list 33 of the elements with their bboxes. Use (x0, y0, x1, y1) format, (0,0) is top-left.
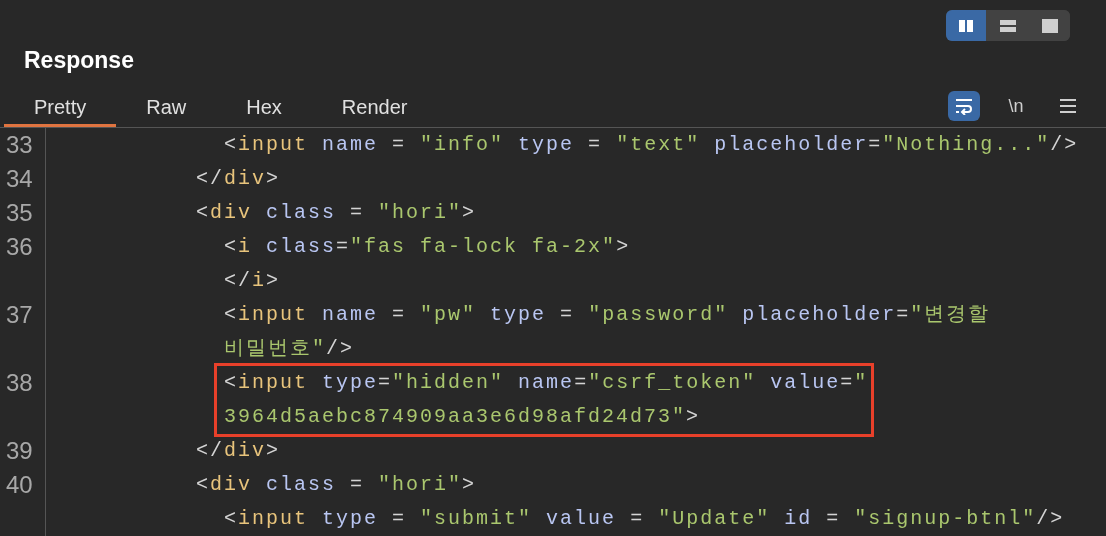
response-tab[interactable]: Render (311, 90, 438, 127)
code-line: <input type = "submit" value = "Update" id = "signup-btnl"/> (223, 506, 1065, 532)
code-line: <input type="hidden" name="csrf_token" value=" (223, 370, 869, 396)
code-line: </div> (195, 438, 281, 464)
line-number: 40 (6, 470, 33, 500)
line-number: 37 (6, 300, 33, 330)
code-line: <div class = "hori"> (195, 472, 477, 498)
code-line: </div> (195, 166, 281, 192)
code-line: <div class = "hori"> (195, 200, 477, 226)
line-number: 34 (6, 164, 33, 194)
code-line: 비밀번호"/> (223, 336, 355, 362)
line-number: 38 (6, 368, 33, 398)
menu-icon (1060, 99, 1076, 113)
line-number: 33 (6, 130, 33, 160)
line-number: 39 (6, 436, 33, 466)
panel-title: Response (23, 46, 134, 75)
response-tab[interactable]: Raw (116, 90, 217, 127)
newline-toggle[interactable]: \n (1000, 91, 1032, 121)
wrap-lines-icon (954, 97, 974, 115)
code-line: <i class="fas fa-lock fa-2x"> (223, 234, 631, 260)
stacked-view-icon (1000, 18, 1016, 33)
response-tab[interactable]: Hex (216, 90, 312, 127)
layout-toggle-button[interactable] (946, 10, 986, 41)
split-view-icon (958, 18, 974, 33)
single-view-icon (1042, 18, 1058, 33)
wrap-lines-button[interactable] (948, 91, 980, 121)
code-line: <input name = "info" type = "text" placeholder="Nothing..."/> (223, 132, 1079, 158)
line-number: 35 (6, 198, 33, 228)
code-line: </i> (223, 268, 281, 294)
response-tab[interactable]: Pretty (4, 90, 117, 127)
line-number: 36 (6, 232, 33, 262)
code-line: <input name = "pw" type = "password" placeholder="변경할 (223, 302, 991, 328)
code-line: 3964d5aebc874909aa3e6d98afd24d73"> (223, 404, 701, 430)
